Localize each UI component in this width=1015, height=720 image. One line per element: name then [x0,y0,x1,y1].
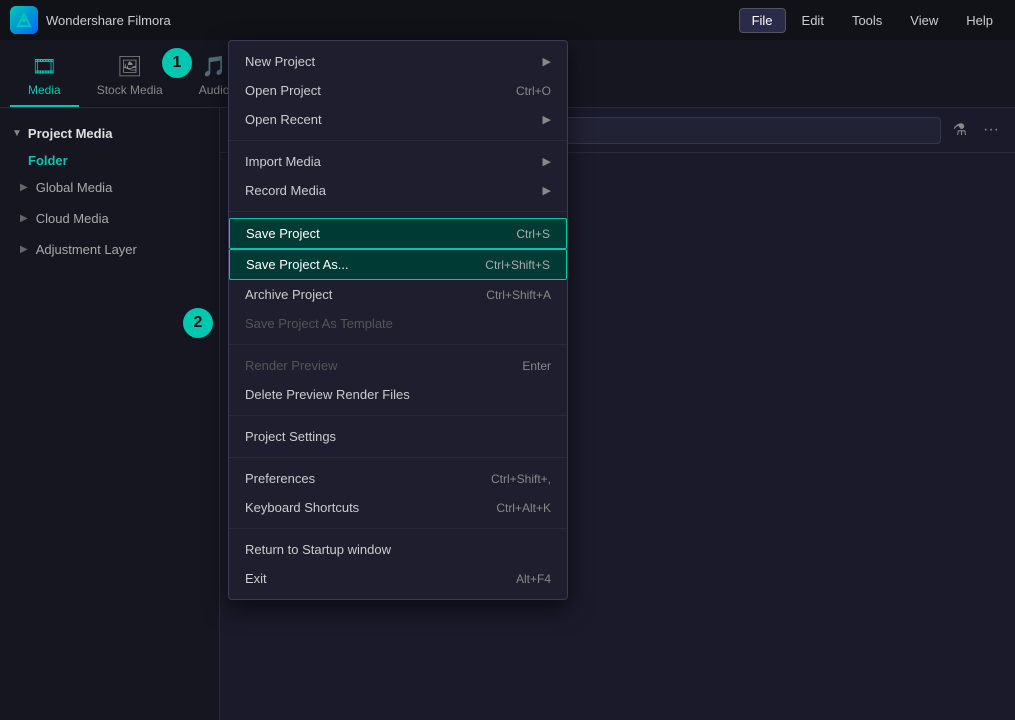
step-badge-1: 1 [162,48,192,78]
menu-render-preview: Render Preview Enter [229,351,567,380]
sidebar-adjustment-layer-label: Adjustment Layer [36,242,137,257]
cloud-media-chevron: ▶ [20,213,28,224]
adjustment-layer-chevron: ▶ [20,244,28,255]
menu-record-media[interactable]: Record Media ▶ [229,176,567,205]
menu-section-import-ops: Import Media ▶ Record Media ▶ [229,141,567,212]
app-logo [10,6,38,34]
sidebar-folder-label: Folder [0,149,219,172]
menu-file[interactable]: File [739,8,786,33]
menu-open-recent[interactable]: Open Recent ▶ [229,105,567,134]
menu-new-project[interactable]: New Project ▶ [229,47,567,76]
menu-keyboard-shortcuts[interactable]: Keyboard Shortcuts Ctrl+Alt+K [229,493,567,522]
app-title: Wondershare Filmora [46,13,731,28]
menu-project-settings[interactable]: Project Settings [229,422,567,451]
record-media-arrow: ▶ [543,184,551,197]
menu-preferences[interactable]: Preferences Ctrl+Shift+, [229,464,567,493]
tab-media-label: Media [28,83,61,97]
tab-stock-media-label: Stock Media [97,83,163,97]
title-bar: Wondershare Filmora File Edit Tools View… [0,0,1015,40]
step-badge-2: 2 [183,308,213,338]
menu-edit[interactable]: Edit [790,9,836,32]
menu-bar: File Edit Tools View Help [739,8,1005,33]
stock-media-icon: 🖼 [117,54,142,79]
tab-audio-label: Audio [199,83,230,97]
media-icon: 🎞 [32,54,57,79]
audio-icon: 🎵 [202,54,227,79]
menu-section-settings-ops: Project Settings [229,416,567,458]
menu-help[interactable]: Help [954,9,1005,32]
import-media-arrow: ▶ [543,155,551,168]
menu-exit[interactable]: Exit Alt+F4 [229,564,567,593]
new-project-arrow: ▶ [543,55,551,68]
sidebar-item-adjustment-layer[interactable]: ▶ Adjustment Layer [0,234,219,265]
menu-save-project-as[interactable]: Save Project As... Ctrl+Shift+S [229,249,567,280]
menu-delete-preview[interactable]: Delete Preview Render Files [229,380,567,409]
sidebar: ▼ Project Media Folder ▶ Global Media ▶ … [0,108,220,720]
menu-save-project[interactable]: Save Project Ctrl+S [229,218,567,249]
menu-section-save-ops: Save Project Ctrl+S Save Project As... C… [229,212,567,345]
sidebar-section-header: ▼ Project Media [0,118,219,149]
sidebar-global-media-label: Global Media [36,180,113,195]
sidebar-item-cloud-media[interactable]: ▶ Cloud Media [0,203,219,234]
filter-icon[interactable]: ⚗ [949,116,971,144]
menu-section-render-ops: Render Preview Enter Delete Preview Rend… [229,345,567,416]
global-media-chevron: ▶ [20,182,28,193]
more-options-icon[interactable]: ··· [979,117,1003,143]
menu-import-media[interactable]: Import Media ▶ [229,147,567,176]
menu-section-prefs-ops: Preferences Ctrl+Shift+, Keyboard Shortc… [229,458,567,529]
menu-return-startup[interactable]: Return to Startup window [229,535,567,564]
section-chevron: ▼ [12,128,22,139]
file-dropdown-menu: New Project ▶ Open Project Ctrl+O Open R… [228,40,568,600]
sidebar-section-label: Project Media [28,126,113,141]
menu-archive-project[interactable]: Archive Project Ctrl+Shift+A [229,280,567,309]
menu-view[interactable]: View [898,9,950,32]
tab-media[interactable]: 🎞 Media [10,46,79,107]
open-recent-arrow: ▶ [543,113,551,126]
menu-section-project-ops: New Project ▶ Open Project Ctrl+O Open R… [229,41,567,141]
menu-tools[interactable]: Tools [840,9,894,32]
sidebar-item-global-media[interactable]: ▶ Global Media [0,172,219,203]
menu-section-exit-ops: Return to Startup window Exit Alt+F4 [229,529,567,599]
menu-save-as-template: Save Project As Template [229,309,567,338]
menu-open-project[interactable]: Open Project Ctrl+O [229,76,567,105]
sidebar-cloud-media-label: Cloud Media [36,211,109,226]
